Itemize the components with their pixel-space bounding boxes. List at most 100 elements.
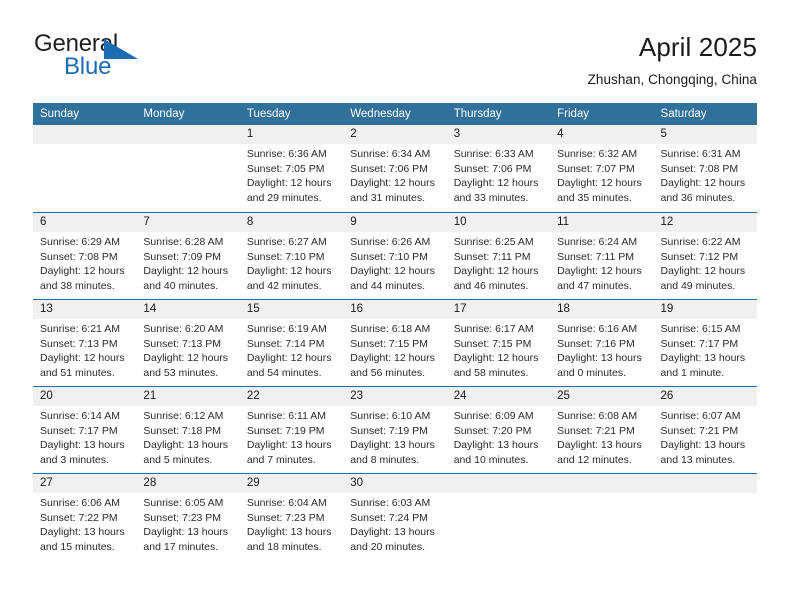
calendar-day-cell-empty xyxy=(33,125,136,212)
calendar-day-cell[interactable]: 10 Sunrise: 6:25 AM Sunset: 7:11 PM Dayli… xyxy=(447,213,550,299)
day-number: 10 xyxy=(453,216,467,228)
day-sun-info: Sunrise: 6:15 AM Sunset: 7:17 PM Dayligh… xyxy=(660,323,746,379)
day-number: 1 xyxy=(246,128,254,140)
calendar-day-cell[interactable]: 18 Sunrise: 6:16 AM Sunset: 7:16 PM Dayli… xyxy=(550,300,653,386)
day-sun-info: Sunrise: 6:18 AM Sunset: 7:15 PM Dayligh… xyxy=(350,323,435,379)
calendar-day-cell[interactable]: 25 Sunrise: 6:08 AM Sunset: 7:21 PM Dayli… xyxy=(550,387,653,473)
day-sun-info: Sunrise: 6:24 AM Sunset: 7:11 PM Dayligh… xyxy=(557,236,642,292)
day-number: 11 xyxy=(557,216,570,228)
calendar-day-cell[interactable]: 23 Sunrise: 6:10 AM Sunset: 7:19 PM Dayli… xyxy=(343,387,446,473)
calendar-day-cell[interactable]: 24 Sunrise: 6:09 AM Sunset: 7:20 PM Dayli… xyxy=(447,387,550,473)
day-sun-info: Sunrise: 6:27 AM Sunset: 7:10 PM Dayligh… xyxy=(246,236,332,292)
calendar-day-cell[interactable]: 28 Sunrise: 6:05 AM Sunset: 7:23 PM Dayli… xyxy=(136,474,239,560)
calendar-day-cell[interactable]: 9 Sunrise: 6:26 AM Sunset: 7:10 PM Daylig… xyxy=(343,213,446,299)
day-number: 16 xyxy=(350,303,364,315)
day-number: 24 xyxy=(453,390,467,402)
day-sun-info: Sunrise: 6:14 AM Sunset: 7:17 PM Dayligh… xyxy=(40,410,125,466)
weekday-header-thursday: Thursday xyxy=(453,108,502,120)
day-number: 20 xyxy=(40,390,53,402)
week-cells: 6 Sunrise: 6:29 AM Sunset: 7:08 PM Daylig… xyxy=(33,213,757,299)
calendar-day-cell[interactable]: 3 Sunrise: 6:33 AM Sunset: 7:06 PM Daylig… xyxy=(447,125,550,212)
day-number: 2 xyxy=(350,128,357,140)
day-number: 19 xyxy=(660,303,674,315)
day-sun-info: Sunrise: 6:31 AM Sunset: 7:08 PM Dayligh… xyxy=(660,148,746,204)
day-sun-info: Sunrise: 6:36 AM Sunset: 7:05 PM Dayligh… xyxy=(246,148,332,204)
day-number: 3 xyxy=(453,128,461,140)
calendar-day-cell[interactable]: 22 Sunrise: 6:11 AM Sunset: 7:19 PM Dayli… xyxy=(240,387,343,473)
day-number: 26 xyxy=(660,390,674,402)
day-number: 14 xyxy=(143,303,157,315)
day-number: 27 xyxy=(40,477,53,489)
calendar-day-cell[interactable]: 2 Sunrise: 6:34 AM Sunset: 7:06 PM Daylig… xyxy=(343,125,446,212)
day-number: 17 xyxy=(453,303,467,315)
day-sun-info: Sunrise: 6:12 AM Sunset: 7:18 PM Dayligh… xyxy=(143,410,229,466)
calendar-weeks: 1 Sunrise: 6:36 AM Sunset: 7:05 PM Daylig… xyxy=(33,125,757,560)
day-sun-info: Sunrise: 6:19 AM Sunset: 7:14 PM Dayligh… xyxy=(246,323,332,379)
week-cells: 27 Sunrise: 6:06 AM Sunset: 7:22 PM Dayli… xyxy=(33,474,757,560)
day-number: 22 xyxy=(246,390,260,402)
calendar-day-cell[interactable]: 13 Sunrise: 6:21 AM Sunset: 7:13 PM Dayli… xyxy=(33,300,136,386)
day-number: 28 xyxy=(143,477,157,489)
calendar-day-cell[interactable]: 6 Sunrise: 6:29 AM Sunset: 7:08 PM Daylig… xyxy=(33,213,136,299)
calendar-day-cell[interactable]: 14 Sunrise: 6:20 AM Sunset: 7:13 PM Dayli… xyxy=(136,300,239,386)
day-sun-info: Sunrise: 6:08 AM Sunset: 7:21 PM Dayligh… xyxy=(557,410,642,466)
day-sun-info: Sunrise: 6:03 AM Sunset: 7:24 PM Dayligh… xyxy=(350,497,435,553)
calendar-day-cell-empty xyxy=(550,474,653,560)
calendar-day-cell[interactable]: 17 Sunrise: 6:17 AM Sunset: 7:15 PM Dayli… xyxy=(447,300,550,386)
day-number: 21 xyxy=(143,390,157,402)
calendar-day-cell[interactable]: 30 Sunrise: 6:03 AM Sunset: 7:24 PM Dayli… xyxy=(343,474,446,560)
calendar-day-cell[interactable]: 16 Sunrise: 6:18 AM Sunset: 7:15 PM Dayli… xyxy=(343,300,446,386)
calendar-day-cell[interactable]: 8 Sunrise: 6:27 AM Sunset: 7:10 PM Daylig… xyxy=(240,213,343,299)
day-number: 12 xyxy=(660,216,674,228)
day-number: 13 xyxy=(40,303,53,315)
calendar-day-cell-empty xyxy=(136,125,239,212)
page-subtitle: Zhushan, Chongqing, China xyxy=(587,72,757,87)
calendar-day-cell[interactable]: 12 Sunrise: 6:22 AM Sunset: 7:12 PM Dayli… xyxy=(654,213,757,299)
calendar-day-cell[interactable]: 19 Sunrise: 6:15 AM Sunset: 7:17 PM Dayli… xyxy=(654,300,757,386)
calendar-day-cell[interactable]: 29 Sunrise: 6:04 AM Sunset: 7:23 PM Dayli… xyxy=(240,474,343,560)
calendar-day-cell[interactable]: 20 Sunrise: 6:14 AM Sunset: 7:17 PM Dayli… xyxy=(33,387,136,473)
weekday-header-saturday: Saturday xyxy=(660,108,707,120)
day-number: 29 xyxy=(246,477,260,489)
title-block: April 2025 Zhushan, Chongqing, China xyxy=(588,30,757,90)
weekday-header-monday: Monday xyxy=(143,108,185,120)
day-sun-info: Sunrise: 6:26 AM Sunset: 7:10 PM Dayligh… xyxy=(350,236,435,292)
day-sun-info: Sunrise: 6:16 AM Sunset: 7:16 PM Dayligh… xyxy=(557,323,642,379)
day-sun-info: Sunrise: 6:20 AM Sunset: 7:13 PM Dayligh… xyxy=(143,323,229,379)
calendar-day-cell[interactable]: 4 Sunrise: 6:32 AM Sunset: 7:07 PM Daylig… xyxy=(550,125,653,212)
week-cells: 20 Sunrise: 6:14 AM Sunset: 7:17 PM Dayli… xyxy=(33,387,757,473)
calendar-day-cell[interactable]: 27 Sunrise: 6:06 AM Sunset: 7:22 PM Dayli… xyxy=(33,474,136,560)
calendar-day-cell[interactable]: 5 Sunrise: 6:31 AM Sunset: 7:08 PM Daylig… xyxy=(654,125,757,212)
calendar-day-cell-empty xyxy=(447,474,550,560)
day-sun-info: Sunrise: 6:34 AM Sunset: 7:06 PM Dayligh… xyxy=(350,148,435,204)
calendar-week-row: 20 Sunrise: 6:14 AM Sunset: 7:17 PM Dayli… xyxy=(33,386,757,473)
calendar-day-cell[interactable]: 11 Sunrise: 6:24 AM Sunset: 7:11 PM Dayli… xyxy=(550,213,653,299)
day-sun-info: Sunrise: 6:04 AM Sunset: 7:23 PM Dayligh… xyxy=(246,497,332,553)
page-title: April 2025 xyxy=(638,32,757,62)
day-number: 5 xyxy=(660,128,667,140)
day-sun-info: Sunrise: 6:05 AM Sunset: 7:23 PM Dayligh… xyxy=(143,497,229,553)
day-number: 15 xyxy=(246,303,260,315)
day-number: 9 xyxy=(350,216,357,228)
week-cells: 13 Sunrise: 6:21 AM Sunset: 7:13 PM Dayli… xyxy=(33,300,757,386)
weekday-header-tuesday: Tuesday xyxy=(246,108,291,120)
weekday-header-row: Sunday Monday Tuesday Wednesday Thursday Frid… xyxy=(33,103,757,125)
calendar-day-cell[interactable]: 21 Sunrise: 6:12 AM Sunset: 7:18 PM Dayli… xyxy=(136,387,239,473)
day-number: 23 xyxy=(350,390,364,402)
day-number: 30 xyxy=(350,477,364,489)
general-blue-logo[interactable]: General Blue xyxy=(33,30,273,90)
day-sun-info: Sunrise: 6:33 AM Sunset: 7:06 PM Dayligh… xyxy=(453,148,539,204)
day-number: 8 xyxy=(246,216,254,228)
triangle-flag-icon xyxy=(104,39,138,59)
day-number: 4 xyxy=(557,128,564,140)
calendar-day-cell[interactable]: 26 Sunrise: 6:07 AM Sunset: 7:21 PM Dayli… xyxy=(654,387,757,473)
calendar-grid: Sunday Monday Tuesday Wednesday Thursday Frid… xyxy=(33,103,757,560)
day-sun-info: Sunrise: 6:32 AM Sunset: 7:07 PM Dayligh… xyxy=(557,148,642,204)
day-sun-info: Sunrise: 6:06 AM Sunset: 7:22 PM Dayligh… xyxy=(40,497,125,553)
calendar-day-cell[interactable]: 15 Sunrise: 6:19 AM Sunset: 7:14 PM Dayli… xyxy=(240,300,343,386)
calendar-week-row: 13 Sunrise: 6:21 AM Sunset: 7:13 PM Dayli… xyxy=(33,299,757,386)
calendar-day-cell[interactable]: 7 Sunrise: 6:28 AM Sunset: 7:09 PM Daylig… xyxy=(136,213,239,299)
calendar-day-cell-empty xyxy=(654,474,757,560)
calendar-day-cell[interactable]: 1 Sunrise: 6:36 AM Sunset: 7:05 PM Daylig… xyxy=(240,125,343,212)
page-header: General Blue April 2025 Zhushan, Chongqi… xyxy=(33,30,757,96)
